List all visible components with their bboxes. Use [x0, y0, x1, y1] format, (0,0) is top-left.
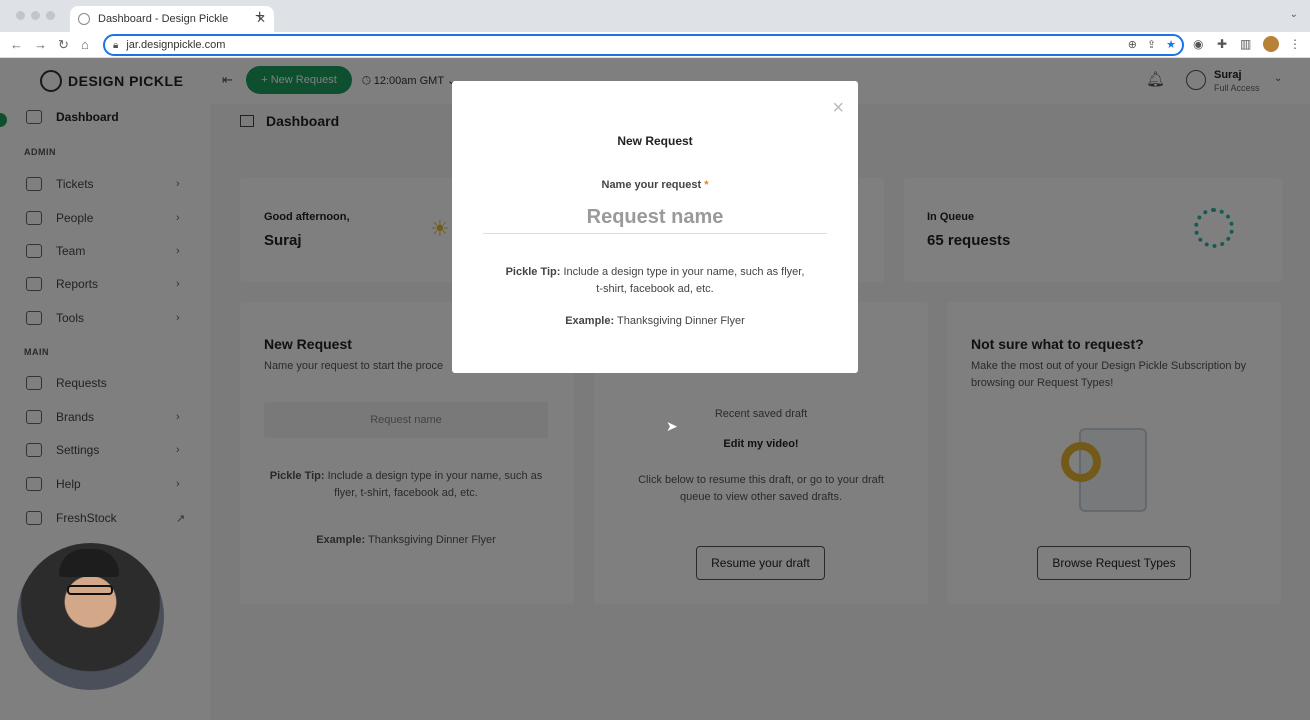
example-text: Example: Thanksgiving Dinner Flyer [452, 315, 858, 327]
request-name-field[interactable] [483, 202, 827, 234]
request-name-label-text: Name your request [601, 179, 702, 191]
glasses [67, 585, 113, 595]
request-name-label: Name your request * [452, 179, 858, 191]
lock-icon: 🔒︎ [113, 39, 119, 51]
close-icon[interactable]: × [832, 97, 844, 120]
tab-title: Dashboard - Design Pickle [98, 13, 229, 25]
example-label: Example: [565, 315, 615, 327]
profile-avatar[interactable] [1263, 36, 1279, 52]
extension-icon[interactable]: ◉ [1193, 37, 1203, 51]
puzzle-icon[interactable]: ✚ [1217, 37, 1227, 51]
share-icon[interactable]: ⇪ [1147, 38, 1156, 51]
reload-icon[interactable]: ↻ [58, 37, 69, 53]
tab-search-icon[interactable]: ⌄ [1290, 9, 1298, 20]
minimize-window-icon[interactable] [31, 11, 40, 20]
browser-tab[interactable]: Dashboard - Design Pickle ✕ [70, 6, 274, 32]
maximize-window-icon[interactable] [46, 11, 55, 20]
address-bar: ← → ↻ ⌂ 🔒︎ jar.designpickle.com ⊕ ⇪ ★ ◉ … [0, 32, 1310, 58]
side-panel-icon[interactable]: ▥ [1240, 37, 1251, 51]
browser-menu-icon[interactable]: ⋮ [1289, 37, 1301, 51]
required-marker: * [704, 179, 709, 191]
new-tab-button[interactable]: + [255, 8, 264, 26]
url-text: jar.designpickle.com [126, 39, 226, 51]
zoom-icon[interactable]: ⊕ [1128, 38, 1137, 51]
home-icon[interactable]: ⌂ [81, 37, 89, 52]
tip-label: Pickle Tip: [505, 266, 561, 278]
mouse-cursor-icon: ➤ [666, 418, 678, 434]
webcam-overlay [17, 543, 164, 690]
forward-icon[interactable]: → [34, 37, 47, 52]
modal-title: New Request [617, 134, 693, 148]
back-icon[interactable]: ← [10, 37, 23, 52]
cap [59, 549, 119, 577]
pickle-tip: Pickle Tip: Include a design type in you… [502, 264, 808, 298]
new-request-modal: × New Request Name your request * Pickle… [452, 81, 858, 373]
example-value: Thanksgiving Dinner Flyer [617, 315, 745, 327]
bookmark-star-icon[interactable]: ★ [1166, 38, 1176, 51]
browser-tab-bar: Dashboard - Design Pickle ✕ + ⌄ [0, 0, 1310, 32]
favicon-icon [78, 13, 90, 25]
url-field[interactable]: 🔒︎ jar.designpickle.com ⊕ ⇪ ★ [103, 34, 1184, 56]
tip-text: Include a design type in your name, such… [563, 266, 805, 295]
close-window-icon[interactable] [16, 11, 25, 20]
